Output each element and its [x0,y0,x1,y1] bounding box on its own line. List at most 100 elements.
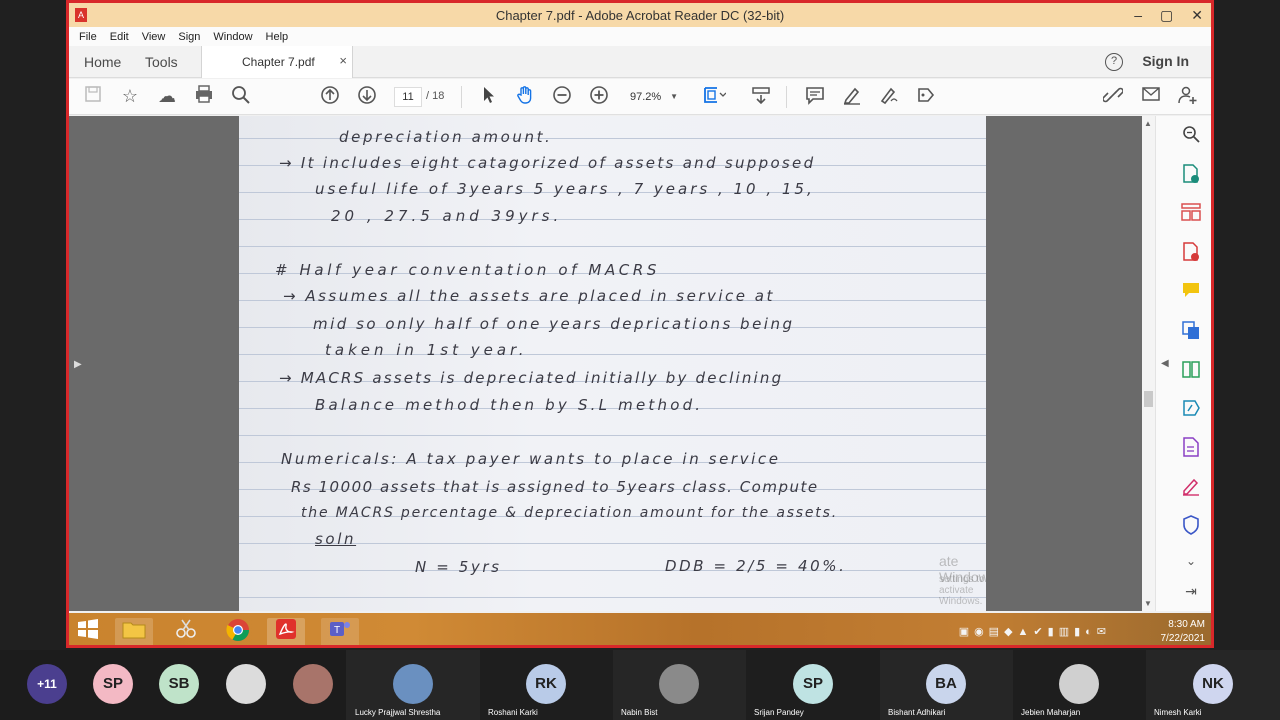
maximize-button[interactable]: ▢ [1160,7,1173,24]
create-pdf-icon[interactable] [1180,242,1202,264]
taskbar-clock[interactable]: 8:30 AM 7/22/2021 [1161,618,1206,645]
tab-tools[interactable]: Tools [145,54,178,70]
menu-edit[interactable]: Edit [110,31,129,43]
right-tools-pane: ◀ ⌄ ⇥ [1155,116,1211,611]
collapse-right-icon[interactable]: ⇥ [1180,580,1202,602]
scroll-mode-icon[interactable] [750,85,772,107]
menu-help[interactable]: Help [266,31,289,43]
minimize-button[interactable]: – [1134,7,1142,23]
participant-tile[interactable] [210,650,280,720]
activation-watermark-subtext: settings to activate Windows. [939,574,985,607]
edit-tag-icon[interactable] [915,85,937,107]
sign-in-button[interactable]: Sign In [1142,53,1189,69]
participant-tile[interactable]: SP Srijan Pandey [746,650,880,720]
participant-name: Jebien Maharjan [1021,708,1081,717]
edit-pdf-icon[interactable] [1180,398,1202,420]
help-icon[interactable]: ? [1105,53,1123,71]
fill-sign-icon[interactable] [1180,476,1202,498]
participant-tile[interactable] [280,650,346,720]
handwritten-line: → It includes eight catagorized of asset… [279,154,816,172]
participant-tile[interactable]: +11 [0,650,80,720]
email-icon[interactable] [1140,85,1162,107]
collapse-pane-icon[interactable]: ◀ [1161,358,1169,369]
select-cursor-icon[interactable] [477,85,499,107]
participant-tile[interactable]: SP [80,650,145,720]
scroll-down-icon[interactable]: ▼ [1144,599,1152,608]
scroll-up-icon[interactable]: ▲ [1144,119,1152,128]
tab-document[interactable]: Chapter 7.pdf × [201,46,353,78]
zoom-level-dropdown[interactable]: 97.2% ▼ [621,87,681,107]
combine-files-icon[interactable] [1180,320,1202,342]
add-user-icon[interactable] [1177,85,1199,107]
participant-name: Nimesh Karki [1154,708,1202,717]
zoom-out-icon[interactable] [551,85,573,107]
avatar [1059,664,1099,704]
participant-tile[interactable]: Jebien Maharjan [1013,650,1146,720]
system-tray-icons[interactable]: ▣◉▤◆▲✔▮▥▮◐✉ [959,625,1111,638]
participant-tile[interactable]: NK Nimesh Karki [1146,650,1280,720]
windows-taskbar: T ▣◉▤◆▲✔▮▥▮◐✉ 8:30 AM 7/22/2021 [69,613,1211,645]
protect-shield-icon[interactable] [1180,515,1202,537]
participant-tile[interactable]: BA Bishant Adhikari [880,650,1013,720]
menu-sign[interactable]: Sign [178,31,200,43]
export-pdf-icon[interactable] [1180,164,1202,186]
handwritten-line: taken in 1st year. [325,341,528,359]
chevron-down-icon[interactable]: ⌄ [1180,550,1202,572]
document-viewport[interactable]: ▶ depreciation amount. → It includes eig… [69,116,1142,611]
print-icon[interactable] [193,85,215,107]
acrobat-taskbar-icon[interactable] [267,618,305,645]
window-controls: – ▢ ✕ [1134,3,1203,27]
compare-files-icon[interactable] [1180,359,1202,381]
previous-page-icon[interactable] [319,85,341,107]
next-page-icon[interactable] [356,85,378,107]
hand-tool-icon[interactable] [514,85,536,107]
link-edit-icon[interactable] [1102,85,1124,107]
handwritten-line: mid so only half of one years depricatio… [313,315,795,333]
close-button[interactable]: ✕ [1191,7,1203,24]
handwritten-line: Rs 10000 assets that is assigned to 5yea… [291,478,819,496]
handwritten-line: soln [315,530,357,548]
avatar: SP [793,664,833,704]
upload-cloud-icon[interactable]: ☁ [156,85,178,107]
avatar: SB [159,664,199,704]
file-explorer-icon[interactable] [115,618,153,645]
more-participants-badge[interactable]: +11 [27,664,67,704]
tab-close-icon[interactable]: × [339,53,347,68]
page-count: / 18 [426,90,445,102]
menu-window[interactable]: Window [213,31,252,43]
zoom-search-icon[interactable] [1180,125,1202,147]
left-panel-expand-icon[interactable]: ▶ [74,359,82,370]
acrobat-app-icon: A [75,8,87,22]
windows-start-icon[interactable] [69,618,107,645]
clock-time: 8:30 AM [1168,619,1205,630]
avatar: RK [526,664,566,704]
notebook-rule [239,246,986,247]
bookmark-star-icon[interactable]: ☆ [119,85,141,107]
participant-name: Lucky Prajjwal Shrestha [355,708,441,717]
page-number-input[interactable]: 11 [394,87,422,107]
participant-tile[interactable]: RK Roshani Karki [480,650,613,720]
participant-tile[interactable]: Lucky Prajjwal Shrestha [346,650,480,720]
comment-icon[interactable] [804,85,826,107]
search-icon[interactable] [230,85,252,107]
pdf-page: depreciation amount. → It includes eight… [239,116,986,611]
handwritten-line: useful life of 3years 5 years , 7 years … [315,180,815,198]
save-icon[interactable] [82,85,104,107]
vertical-scrollbar[interactable]: ▲ ▼ [1142,116,1155,611]
menu-file[interactable]: File [79,31,97,43]
participant-tile[interactable]: SB [145,650,210,720]
fit-page-icon[interactable] [702,85,727,107]
snipping-tool-icon[interactable] [167,618,205,645]
tab-home[interactable]: Home [84,54,121,70]
scroll-thumb[interactable] [1144,391,1153,407]
teams-icon[interactable]: T [321,618,359,645]
comment-panel-icon[interactable] [1180,281,1202,303]
participant-tile[interactable]: Nabin Bist [613,650,746,720]
export-document-icon[interactable] [1180,437,1202,459]
menu-view[interactable]: View [142,31,166,43]
zoom-in-icon[interactable] [588,85,610,107]
chrome-icon[interactable] [219,618,257,645]
organize-pages-icon[interactable] [1180,203,1202,225]
highlight-pen-icon[interactable] [841,85,863,107]
sign-pen-icon[interactable] [878,85,900,107]
